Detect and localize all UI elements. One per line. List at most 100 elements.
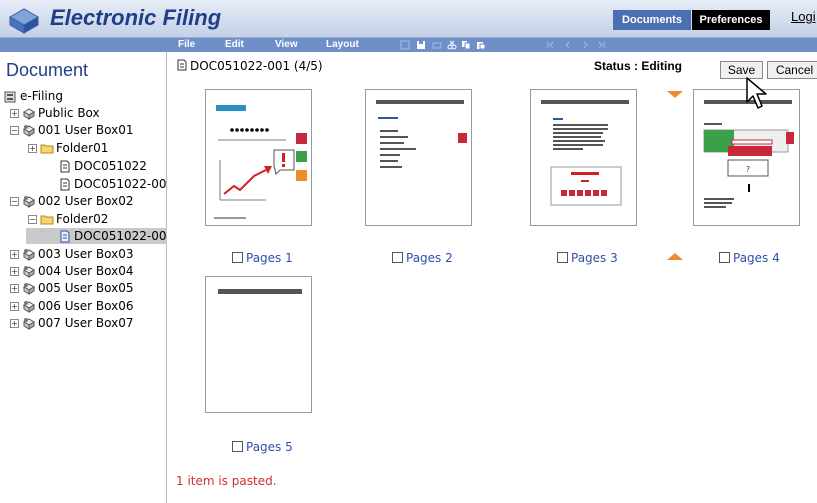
- document-icon: [177, 59, 187, 71]
- page-thumbnail-2[interactable]: [365, 89, 472, 226]
- pane-heading: Document: [6, 60, 89, 80]
- tree-item-label: 003 User Box03: [38, 247, 134, 261]
- first-page-icon[interactable]: [546, 40, 556, 50]
- expand-icon[interactable]: +: [10, 267, 19, 276]
- tree-item-label: 007 User Box07: [38, 316, 134, 330]
- copy-icon[interactable]: [461, 40, 471, 50]
- page-label: Pages 1: [246, 251, 293, 265]
- tree-item-label: Folder01: [56, 141, 109, 155]
- cut-icon[interactable]: [447, 40, 457, 50]
- tree-item-doc[interactable]: DOC051022-00: [58, 176, 166, 192]
- expand-icon[interactable]: +: [10, 284, 19, 293]
- tree-item-user-box03[interactable]: +003 User Box03: [10, 246, 133, 262]
- tree-item-label: DOC051022-00: [74, 229, 167, 243]
- tab-documents[interactable]: Documents: [613, 10, 691, 30]
- expand-icon[interactable]: +: [10, 109, 19, 118]
- tree-item-label: DOC051022-00: [74, 177, 167, 191]
- page-caption-2[interactable]: Pages 2: [392, 251, 453, 265]
- page-preview-1: [214, 105, 307, 219]
- page-caption-1[interactable]: Pages 1: [232, 251, 293, 265]
- page-label: Pages 2: [406, 251, 453, 265]
- tree-item-doc[interactable]: DOC051022: [58, 158, 147, 174]
- page-preview-5: [218, 289, 302, 294]
- cancel-button[interactable]: Cancel: [767, 61, 817, 79]
- page-caption-3[interactable]: Pages 3: [557, 251, 618, 265]
- page-label: Pages 5: [246, 440, 293, 454]
- tree-root-label: e-Filing: [20, 89, 63, 103]
- tree-item-label: Folder02: [56, 212, 109, 226]
- folder-icon: [40, 144, 54, 154]
- expand-icon[interactable]: +: [10, 319, 19, 328]
- tree-item-label: 005 User Box05: [38, 281, 134, 295]
- paste-icon[interactable]: [476, 40, 486, 50]
- menu-bar: File Edit View Layout: [0, 38, 817, 52]
- save-icon[interactable]: [416, 40, 426, 50]
- page-thumbnail-3[interactable]: [530, 89, 637, 226]
- page-checkbox-5[interactable]: [232, 441, 243, 452]
- menu-file[interactable]: File: [178, 39, 195, 50]
- collapse-icon[interactable]: −: [10, 126, 19, 135]
- page-thumbnail-1[interactable]: [205, 89, 312, 226]
- insert-icon[interactable]: [400, 40, 410, 50]
- document-name-text: DOC051022-001 (4/5): [190, 59, 323, 73]
- page-checkbox-2[interactable]: [392, 252, 403, 263]
- document-name: DOC051022-001 (4/5): [176, 59, 323, 73]
- tree-item-label: 006 User Box06: [38, 299, 134, 313]
- page-caption-4[interactable]: Pages 4: [719, 251, 780, 265]
- tree-item-user-box04[interactable]: +004 User Box04: [10, 263, 133, 279]
- page-checkbox-3[interactable]: [557, 252, 568, 263]
- document-icon: [60, 160, 70, 173]
- print-icon[interactable]: [432, 40, 442, 50]
- user-box-icon: [23, 283, 35, 295]
- last-page-icon[interactable]: [596, 40, 606, 50]
- tree-item-label: 002 User Box02: [38, 194, 134, 208]
- expand-icon[interactable]: +: [10, 250, 19, 259]
- efiling-root-icon: [4, 91, 16, 103]
- folder-open-icon: [40, 215, 54, 225]
- menu-view[interactable]: View: [275, 39, 298, 50]
- tree-item-public-box[interactable]: + Public Box: [10, 105, 100, 121]
- tree-item-label: 004 User Box04: [38, 264, 134, 278]
- tree-item-user-box01[interactable]: − 001 User Box01: [10, 122, 133, 138]
- tree-item-label: DOC051022: [74, 159, 147, 173]
- page-thumbnail-5[interactable]: [205, 276, 312, 413]
- prev-page-icon[interactable]: [563, 40, 573, 50]
- user-box-icon: [23, 125, 35, 137]
- next-page-icon[interactable]: [580, 40, 590, 50]
- page-checkbox-4[interactable]: [719, 252, 730, 263]
- page-caption-5[interactable]: Pages 5: [232, 440, 293, 454]
- menu-layout[interactable]: Layout: [326, 39, 359, 50]
- page-label: Pages 3: [571, 251, 618, 265]
- login-link[interactable]: Logi: [791, 9, 816, 24]
- tree-item-folder02[interactable]: − Folder02: [28, 211, 108, 227]
- page-preview-3: [541, 100, 629, 206]
- svg-text:?: ?: [746, 165, 750, 174]
- document-icon: [60, 178, 70, 191]
- tree-item-user-box05[interactable]: +005 User Box05: [10, 280, 133, 296]
- expand-icon[interactable]: +: [28, 144, 37, 153]
- folder-tree-pane: Document e-Filing + Public Box − 001 User …: [0, 52, 167, 503]
- tree-item-folder01[interactable]: + Folder01: [28, 140, 108, 156]
- user-box-icon: [23, 301, 35, 313]
- status-message: 1 item is pasted.: [176, 474, 277, 488]
- page-checkbox-1[interactable]: [232, 252, 243, 263]
- expand-icon[interactable]: +: [10, 302, 19, 311]
- public-box-icon: [23, 108, 35, 120]
- tree-item-doc-selected[interactable]: DOC051022-00: [26, 228, 167, 244]
- status-label: Status : Editing: [594, 59, 682, 73]
- tree-item-user-box06[interactable]: +006 User Box06: [10, 298, 133, 314]
- tree-item-label: 001 User Box01: [38, 123, 134, 137]
- tree-item-user-box07[interactable]: +007 User Box07: [10, 315, 133, 331]
- user-box-icon: [23, 266, 35, 278]
- collapse-icon[interactable]: −: [28, 215, 37, 224]
- app-title: Electronic Filing: [50, 5, 222, 30]
- electronic-filing-logo-icon: [8, 8, 40, 34]
- tree-item-user-box02[interactable]: − 002 User Box02: [10, 193, 133, 209]
- app-header: Electronic Filing Documents Preferences …: [0, 0, 817, 38]
- page-preview-2: [376, 100, 467, 168]
- collapse-icon[interactable]: −: [10, 197, 19, 206]
- tree-root-efiling[interactable]: e-Filing: [4, 88, 63, 104]
- menu-edit[interactable]: Edit: [225, 39, 244, 50]
- insert-position-up-arrow-icon: [667, 253, 683, 260]
- tab-preferences[interactable]: Preferences: [692, 10, 770, 30]
